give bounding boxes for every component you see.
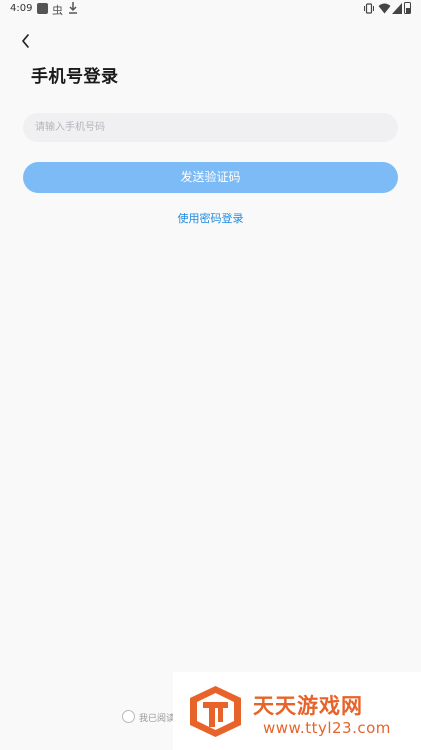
agreement-text: 我已阅读 [139, 714, 176, 724]
notification-square-icon [37, 3, 48, 14]
password-login-link[interactable]: 使用密码登录 [0, 210, 421, 226]
phone-number-input[interactable] [23, 113, 398, 142]
back-arrow-icon [22, 34, 29, 48]
status-time: 4:09 [10, 3, 33, 14]
app-notification-icon: 虫 [52, 4, 63, 17]
signal-icon [392, 3, 402, 14]
vibrate-icon [364, 3, 374, 14]
watermark-url: www.ttyl23.com [263, 719, 391, 737]
back-button[interactable] [14, 30, 38, 52]
battery-icon [404, 2, 411, 14]
page-title: 手机号登录 [31, 67, 119, 87]
wifi-icon [378, 3, 391, 14]
watermark-name: 天天游戏网 [253, 694, 363, 718]
send-code-button[interactable]: 发送验证码 [23, 162, 398, 193]
watermark-logo-icon [190, 686, 241, 737]
status-bar: 4:09 虫 [0, 0, 421, 18]
site-watermark: 天天游戏网 www.ttyl23.com [173, 672, 421, 750]
agreement-checkbox[interactable] [122, 710, 135, 723]
download-icon [69, 2, 77, 14]
